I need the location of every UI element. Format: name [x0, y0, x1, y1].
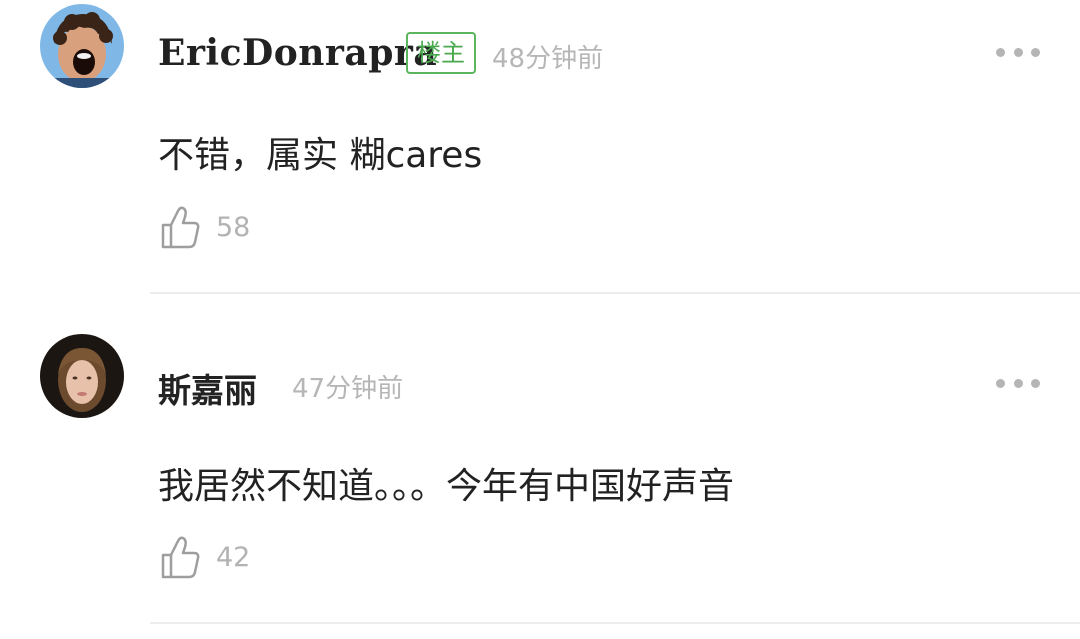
- comment-text: 我居然不知道。。。今年有中国好声音: [158, 466, 735, 507]
- more-dot: [1013, 378, 1023, 388]
- like-count: 42: [216, 541, 251, 573]
- username[interactable]: 斯嘉丽: [158, 364, 257, 412]
- comment-item: EricDonrapra 楼主 48分钟前 不错，属实 糊cares 58: [0, 0, 1080, 294]
- more-dot: [996, 47, 1005, 57]
- comment-list: EricDonrapra 楼主 48分钟前 不错，属实 糊cares 58 斯嘉…: [0, 0, 1080, 639]
- more-dot: [1031, 47, 1040, 57]
- more-options-button[interactable]: [996, 377, 1040, 389]
- more-options-button[interactable]: [996, 46, 1040, 58]
- username[interactable]: EricDonrapra: [158, 32, 437, 74]
- more-dot: [1031, 378, 1040, 388]
- thumbs-up-icon: [161, 206, 200, 249]
- divider: [150, 622, 1080, 624]
- like-button[interactable]: 42: [160, 534, 250, 580]
- timestamp: 47分钟前: [292, 374, 404, 404]
- op-badge: 楼主: [406, 32, 476, 74]
- like-count: 58: [216, 211, 251, 243]
- thumbs-up-icon: [161, 536, 200, 579]
- more-dot: [996, 378, 1005, 388]
- comment-item: 斯嘉丽 47分钟前 我居然不知道。。。今年有中国好声音 42: [0, 294, 1080, 624]
- comment-text: 不错，属实 糊cares: [158, 135, 483, 176]
- like-button[interactable]: 58: [160, 204, 250, 250]
- timestamp: 48分钟前: [492, 44, 604, 74]
- avatar[interactable]: [40, 334, 124, 418]
- avatar-girl-icon: [40, 334, 124, 418]
- avatar[interactable]: [40, 4, 124, 88]
- avatar-boy-icon: [40, 4, 124, 88]
- more-dot: [1013, 47, 1023, 57]
